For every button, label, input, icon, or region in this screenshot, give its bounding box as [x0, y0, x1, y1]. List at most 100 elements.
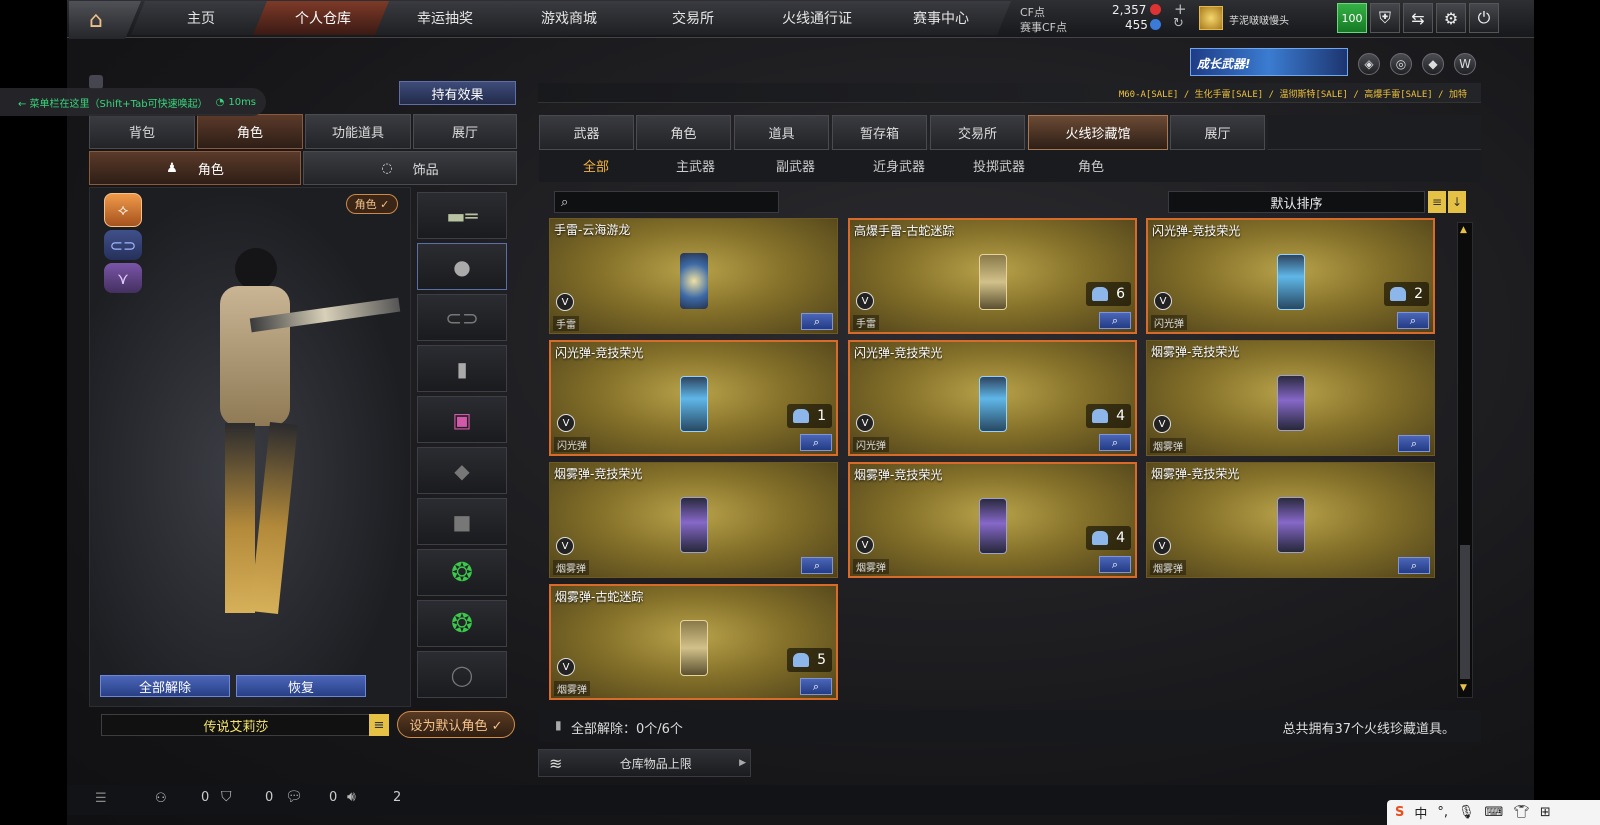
tab-characters[interactable]: 角色 [636, 115, 731, 150]
eagle-icon[interactable]: ⟡ [104, 193, 142, 227]
nav-home[interactable]: 主页 [131, 1, 271, 35]
chart-icon[interactable] [89, 75, 103, 89]
mic-icon[interactable]: 🎙︎ [1458, 805, 1475, 820]
subtab-character[interactable]: 角色 [1078, 156, 1104, 176]
slot-glasses[interactable]: ⊂⊃ [417, 294, 507, 341]
inspect-button[interactable]: ⌕ [800, 678, 832, 695]
search-input[interactable] [572, 194, 763, 210]
home-button[interactable]: ⌂ [69, 1, 141, 39]
menu-hint-overlay[interactable]: ← 菜单栏在这里（Shift+Tab可快速唤起） ◔ 10ms [0, 88, 266, 116]
collection-item-card[interactable]: 闪光弹-竞技荣光 V 闪光弹 2 ⌕ [1146, 218, 1435, 334]
subtab-role[interactable]: ♟ 角色 [89, 151, 301, 185]
inspect-button[interactable]: ⌕ [1398, 435, 1430, 452]
inspect-button[interactable]: ⌕ [1099, 556, 1131, 573]
slot-radio[interactable]: ▮ [417, 345, 507, 392]
tab-weapons[interactable]: 武器 [539, 115, 634, 150]
speaker-icon[interactable]: 🔊︎ [347, 789, 356, 805]
sort-direction-icon[interactable]: ↓ [1448, 191, 1466, 213]
inspect-button[interactable]: ⌕ [1398, 557, 1430, 574]
nav-event-center[interactable]: 赛事中心 [871, 1, 1011, 35]
collection-item-card[interactable]: 高爆手雷-古蛇迷踪 V 手雷 6 ⌕ [848, 218, 1137, 334]
release-all-button[interactable]: 全部解除 [100, 675, 230, 697]
holding-effect-button[interactable]: 持有效果 [399, 81, 516, 105]
glasses-icon[interactable]: ⊂⊃ [104, 230, 142, 260]
nav-personal-warehouse[interactable]: 个人仓库 [253, 1, 393, 35]
list-icon[interactable]: ≡ [369, 714, 389, 736]
scroll-up-icon[interactable]: ▲ [1460, 225, 1470, 235]
nav-lucky-draw[interactable]: 幸运抽奖 [375, 1, 515, 35]
tag-icon[interactable]: ◆ [1422, 53, 1444, 75]
collection-item-card[interactable]: 烟雾弹-竞技荣光 V 烟雾弹 4 ⌕ [848, 462, 1137, 578]
wing-icon[interactable]: ⋎ [104, 263, 142, 293]
slot-ring-2[interactable]: ❂ [417, 600, 507, 647]
nav-game-shop[interactable]: 游戏商城 [499, 1, 639, 35]
tab-function-items[interactable]: 功能道具 [305, 114, 411, 149]
keyboard-icon[interactable]: ⌨ [1485, 805, 1504, 820]
scroll-thumb[interactable] [1460, 545, 1470, 679]
tab-temp-box[interactable]: 暂存箱 [832, 115, 927, 150]
subtab-throwing[interactable]: 投掷武器 [973, 156, 1025, 176]
collection-item-card[interactable]: 闪光弹-竞技荣光 V 闪光弹 1 ⌕ [549, 340, 838, 456]
collection-item-card[interactable]: 闪光弹-竞技荣光 V 闪光弹 4 ⌕ [848, 340, 1137, 456]
skin-icon[interactable]: 👕︎ [1513, 805, 1530, 820]
sort-dropdown[interactable]: 默认排序 [1168, 191, 1425, 213]
growth-weapon-banner[interactable]: 成长武器! [1190, 48, 1348, 76]
slot-helmet[interactable]: ● [417, 243, 507, 290]
search-field[interactable]: ⌕ [554, 191, 779, 213]
slot-backpack[interactable]: ▣ [417, 396, 507, 443]
restore-button[interactable]: 恢复 [236, 675, 366, 697]
subtab-accessories[interactable]: ◌ 饰品 [303, 151, 517, 185]
apps-icon[interactable]: ⊞ [1540, 805, 1551, 820]
refresh-icon[interactable]: ↻ [1173, 16, 1184, 31]
sort-list-icon[interactable]: ≡ [1428, 191, 1446, 213]
warehouse-limit-bar[interactable]: ≋ 仓库物品上限 ▶ [538, 749, 751, 777]
collection-item-card[interactable]: 烟雾弹-竞技荣光 V 烟雾弹 ⌕ [1146, 462, 1435, 578]
role-badge[interactable]: 角色 ✓ [346, 194, 398, 214]
slot-pants[interactable]: ■ [417, 498, 507, 545]
nav-exchange[interactable]: 交易所 [623, 1, 763, 35]
subtab-melee[interactable]: 近身武器 [873, 156, 925, 176]
slot-primary-weapon[interactable]: ▬═ [417, 192, 507, 239]
gear-icon[interactable]: ⚙ [1436, 3, 1466, 33]
scroll-down-icon[interactable]: ▼ [1460, 683, 1470, 693]
subtab-all[interactable]: 全部 [583, 156, 609, 176]
inspect-button[interactable]: ⌕ [800, 434, 832, 451]
tab-role[interactable]: 角色 [197, 114, 303, 149]
tab-trade[interactable]: 交易所 [930, 115, 1025, 150]
subtab-secondary[interactable]: 副武器 [776, 156, 815, 176]
shield-icon[interactable]: ⛨ [1370, 3, 1400, 33]
user-avatar[interactable] [1199, 6, 1223, 30]
inspect-button[interactable]: ⌕ [1099, 312, 1131, 329]
clan-icon[interactable]: ⛉ [221, 789, 232, 805]
inspect-button[interactable]: ⌕ [1397, 312, 1429, 329]
inspect-button[interactable]: ⌕ [801, 313, 833, 330]
inspect-button[interactable]: ⌕ [801, 557, 833, 574]
target-icon[interactable]: ◎ [1390, 53, 1412, 75]
tab-props[interactable]: 道具 [734, 115, 829, 150]
power-icon[interactable]: ⏻ [1469, 3, 1499, 33]
slot-ring-1[interactable]: ❂ [417, 549, 507, 596]
wings-icon[interactable]: W [1454, 53, 1476, 75]
scrollbar[interactable]: ▲ ▼ [1457, 222, 1473, 698]
tab-collection-hall[interactable]: 火线珍藏馆 [1028, 115, 1168, 150]
collection-item-card[interactable]: 烟雾弹-竞技荣光 V 烟雾弹 ⌕ [549, 462, 838, 578]
inspect-button[interactable]: ⌕ [1099, 434, 1131, 451]
collection-item-card[interactable]: 烟雾弹-古蛇迷踪 V 烟雾弹 5 ⌕ [549, 584, 838, 700]
sogou-icon[interactable]: S [1395, 805, 1404, 820]
friends-icon[interactable]: ⚇ [155, 791, 167, 806]
slot-empty-ring[interactable]: ◯ [417, 651, 507, 698]
collection-item-card[interactable]: 手雷-云海游龙 V 手雷 ⌕ [549, 218, 838, 334]
tab-gallery[interactable]: 展厅 [1170, 115, 1265, 150]
ime-language[interactable]: 中 [1414, 803, 1427, 822]
set-default-role-button[interactable]: 设为默认角色 ✓ [397, 711, 515, 738]
menu-icon[interactable]: ☰ [95, 791, 107, 806]
punctuation-icon[interactable]: °, [1437, 805, 1448, 820]
subtab-primary[interactable]: 主武器 [676, 156, 715, 176]
tab-backpack[interactable]: 背包 [89, 114, 195, 149]
chat-icon[interactable]: 💬︎ [285, 789, 303, 805]
tab-showroom[interactable]: 展厅 [413, 114, 517, 149]
switch-icon[interactable]: ⇆ [1403, 3, 1433, 33]
slot-vest[interactable]: ◆ [417, 447, 507, 494]
collection-item-card[interactable]: 烟雾弹-竞技荣光 V 烟雾弹 ⌕ [1146, 340, 1435, 456]
badge-shield-icon[interactable]: ◈ [1358, 53, 1380, 75]
